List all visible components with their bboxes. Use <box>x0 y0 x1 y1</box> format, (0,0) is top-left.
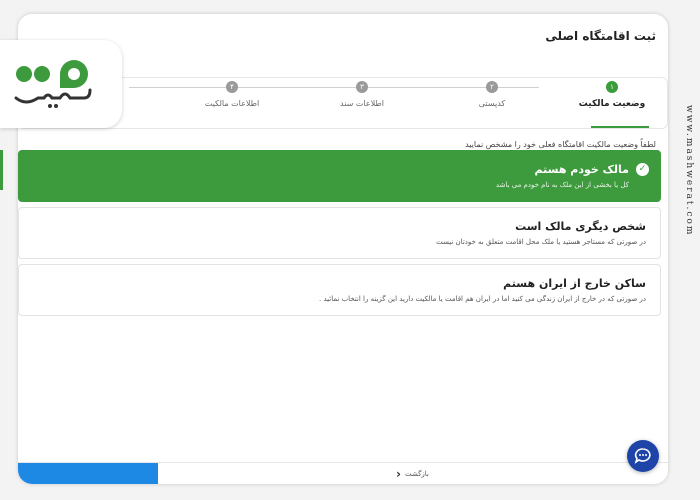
option-other-owner[interactable]: شخص دیگری مالک است در صورتی که مستاجر هس… <box>18 207 661 259</box>
screenshot-stage: ثبت اقامتگاه اصلی ۱ وضعیت مالکیت ۲ کدپست… <box>0 0 700 500</box>
check-circle-icon: ✓ <box>636 163 649 176</box>
step-number: ۴ <box>226 81 238 93</box>
chevron-left-icon: ‹ <box>396 467 401 481</box>
site-logo <box>0 40 122 128</box>
instruction-text: لطفاً وضعیت مالکیت اقامتگاه فعلی خود را … <box>465 140 656 149</box>
option-title: شخص دیگری مالک است <box>515 220 646 233</box>
page-title: ثبت اقامتگاه اصلی <box>545 29 656 43</box>
option-description: در صورتی که در خارج از ایران زندگی می کن… <box>319 295 646 303</box>
step-number: ۱ <box>606 81 618 93</box>
option-owner-self[interactable]: ✓ مالک خودم هستم کل یا بخشی از این ملک ب… <box>18 150 661 202</box>
option-title: مالک خودم هستم <box>534 163 629 176</box>
step-label: اطلاعات مالکیت <box>204 99 260 108</box>
step-label: وضعیت مالکیت <box>578 99 646 109</box>
step-postal-code[interactable]: ۲ کدپستی <box>437 81 547 108</box>
site-watermark: www.mashwerat.com <box>684 105 694 237</box>
option-abroad-resident[interactable]: ساکن خارج از ایران هستم در صورتی که در خ… <box>18 264 661 316</box>
step-label: کدپستی <box>478 99 506 108</box>
edge-accent <box>0 150 3 190</box>
option-title: ساکن خارج از ایران هستم <box>503 277 646 290</box>
mashwerat-logo-mark <box>14 60 92 108</box>
step-ownership-info[interactable]: ۴ اطلاعات مالکیت <box>177 81 287 108</box>
chat-bubble-icon <box>634 448 651 464</box>
option-description: در صورتی که مستاجر هستید یا ملک محل اقام… <box>436 238 646 246</box>
step-ownership-status[interactable]: ۱ وضعیت مالکیت <box>557 81 667 109</box>
option-description: کل یا بخشی از این ملک به نام خودم می باش… <box>495 181 629 189</box>
active-step-underline <box>591 126 649 128</box>
next-button[interactable] <box>18 463 158 484</box>
step-deed-info[interactable]: ۳ اطلاعات سند <box>307 81 417 108</box>
chat-button[interactable] <box>627 440 659 472</box>
step-number: ۳ <box>356 81 368 93</box>
step-label: اطلاعات سند <box>340 99 384 108</box>
back-button[interactable]: بازگشت ‹ <box>396 467 429 481</box>
bottom-action-bar: بازگشت ‹ <box>18 462 668 484</box>
step-number: ۲ <box>486 81 498 93</box>
back-label: بازگشت <box>404 470 429 478</box>
